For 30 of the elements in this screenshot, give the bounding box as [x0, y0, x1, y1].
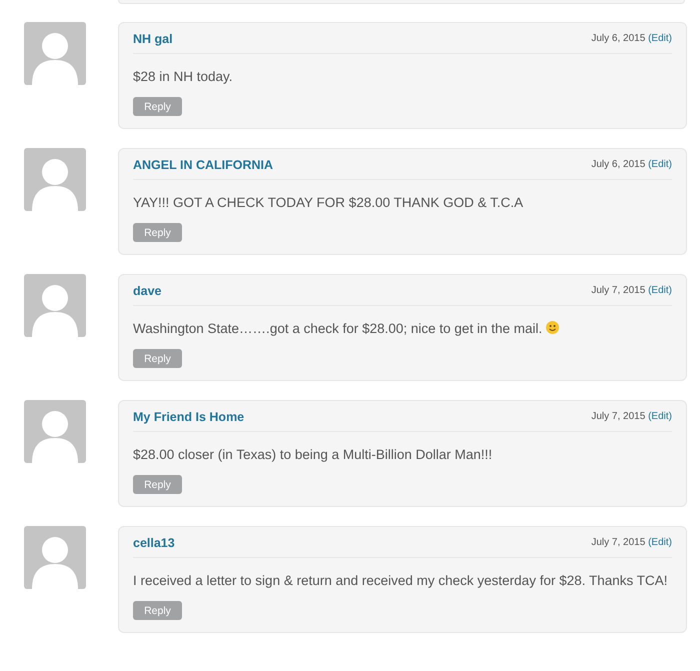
- avatar-icon: [24, 274, 86, 337]
- comment-text: $28.00 closer (in Texas) to being a Multi-Billion Dollar Man!!!: [133, 447, 492, 462]
- comment-text: YAY!!! GOT A CHECK TODAY FOR $28.00 THANK GOD & T.C.A: [133, 195, 524, 210]
- reply-button[interactable]: Reply: [133, 349, 182, 368]
- comment-date: July 6, 2015: [591, 159, 646, 170]
- author-link[interactable]: cella13: [133, 536, 175, 550]
- comment-date: July 7, 2015: [591, 285, 646, 296]
- edit-link[interactable]: (Edit): [648, 411, 672, 422]
- edit-link[interactable]: (Edit): [648, 285, 672, 296]
- comment-date: July 6, 2015: [591, 33, 646, 44]
- comment-date: July 7, 2015: [591, 411, 646, 422]
- edit-link[interactable]: (Edit): [648, 159, 672, 170]
- author-link[interactable]: ANGEL IN CALIFORNIA: [133, 158, 274, 172]
- edit-link[interactable]: (Edit): [648, 537, 672, 548]
- reply-button[interactable]: Reply: [133, 97, 182, 116]
- reply-button[interactable]: Reply: [133, 601, 182, 620]
- edit-link[interactable]: (Edit): [648, 33, 672, 44]
- comment-text: $28 in NH today.: [133, 69, 233, 84]
- avatar-icon: [24, 22, 86, 85]
- avatar-icon: [24, 526, 86, 589]
- reply-button[interactable]: Reply: [133, 223, 182, 242]
- author-link[interactable]: My Friend Is Home: [133, 410, 244, 424]
- reply-button[interactable]: Reply: [133, 475, 182, 494]
- comment-date: July 7, 2015: [591, 537, 646, 548]
- comment-text: Washington State…….got a check for $28.00; nice to get in the mail.: [133, 321, 542, 336]
- avatar-icon: [24, 400, 86, 463]
- avatar-icon: [24, 148, 86, 211]
- author-link[interactable]: NH gal: [133, 32, 173, 46]
- comment-text: I received a letter to sign & return and received my check yesterday for $28. Thanks TCA!: [133, 573, 668, 588]
- author-link[interactable]: dave: [133, 284, 162, 298]
